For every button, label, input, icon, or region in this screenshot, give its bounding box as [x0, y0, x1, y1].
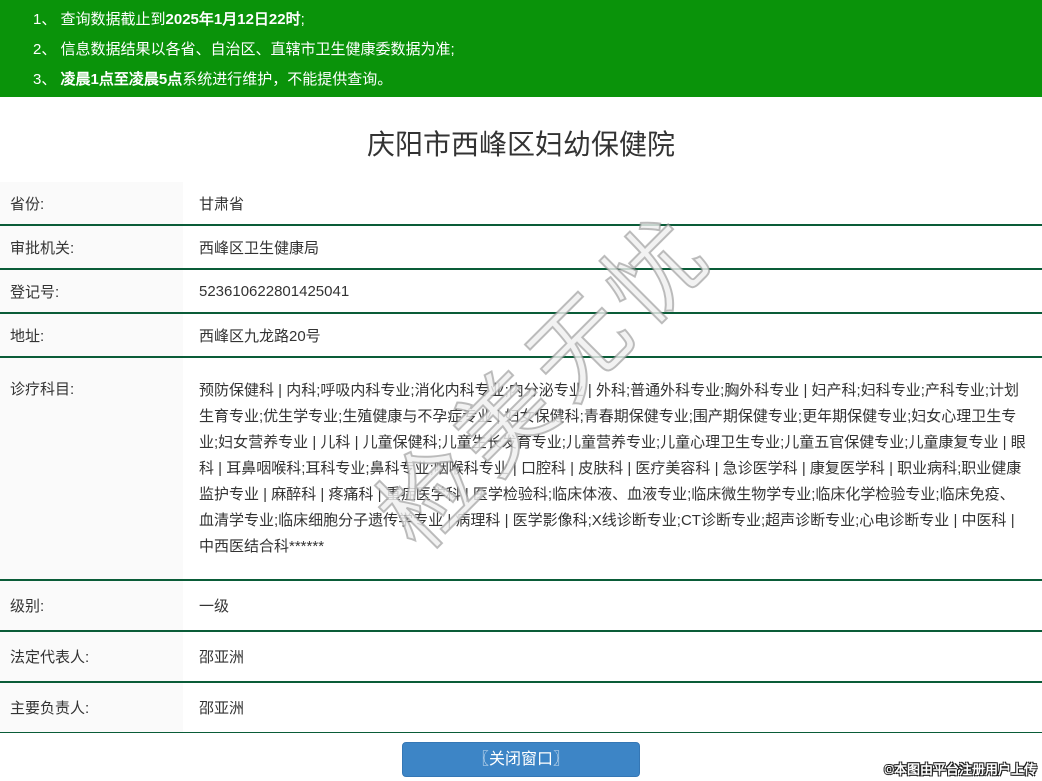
notice-1-bold: 2025年1月12日22时: [165, 11, 301, 28]
notice-1-prefix: 1、 查询数据截止到: [33, 11, 166, 28]
row-province: 省份: 甘肃省: [0, 182, 1042, 225]
row-legal-representative: 法定代表人: 邵亚洲: [0, 631, 1042, 682]
row-approval-authority: 审批机关: 西峰区卫生健康局: [0, 225, 1042, 269]
row-label: 登记号:: [0, 269, 183, 313]
row-value: 邵亚洲: [199, 649, 245, 666]
info-table: 省份: 甘肃省 审批机关: 西峰区卫生健康局 登记号: 523610622801…: [0, 182, 1042, 733]
row-registration-number: 登记号: 523610622801425041: [0, 269, 1042, 313]
notice-line-2: 2、 信息数据结果以各省、自治区、直辖市卫生健康委数据为准;: [33, 35, 1042, 65]
row-label: 省份:: [0, 182, 183, 225]
page: 1、 查询数据截止到2025年1月12日22时; 2、 信息数据结果以各省、自治…: [0, 0, 1042, 781]
row-label: 诊疗科目:: [0, 357, 183, 580]
row-value: 预防保健科 | 内科;呼吸内科专业;消化内科专业;内分泌专业 | 外科;普通外科…: [199, 382, 1026, 555]
row-label: 地址:: [0, 313, 183, 357]
row-value: 甘肃省: [199, 195, 245, 213]
close-window-button[interactable]: 〖关闭窗口〗: [402, 742, 640, 777]
notice-line-3: 3、 凌晨1点至凌晨5点系统进行维护，不能提供查询。: [33, 65, 1042, 95]
row-level: 级别: 一级: [0, 580, 1042, 631]
notice-2-text: 2、 信息数据结果以各省、自治区、直辖市卫生健康委数据为准;: [33, 41, 455, 58]
notice-3-bold: 凌晨1点至凌晨5点: [60, 71, 183, 88]
row-value: 邵亚洲: [199, 700, 245, 717]
row-value: 西峰区卫生健康局: [199, 239, 320, 257]
notice-3-suffix: 系统进行维护，不能提供查询。: [182, 71, 393, 88]
row-principal: 主要负责人: 邵亚洲: [0, 682, 1042, 733]
row-value: 523610622801425041: [199, 282, 350, 300]
copyright-watermark: ©本图由平台注册用户上传: [884, 762, 1037, 777]
row-value: 西峰区九龙路20号: [199, 327, 321, 345]
row-value: 一级: [199, 598, 230, 615]
row-label: 主要负责人:: [0, 682, 183, 733]
notice-line-1: 1、 查询数据截止到2025年1月12日22时;: [33, 5, 1042, 35]
row-label: 审批机关:: [0, 225, 183, 269]
notice-1-suffix: ;: [300, 11, 305, 28]
row-label: 法定代表人:: [0, 631, 183, 682]
row-address: 地址: 西峰区九龙路20号: [0, 313, 1042, 357]
notice-banner: 1、 查询数据截止到2025年1月12日22时; 2、 信息数据结果以各省、自治…: [0, 0, 1042, 97]
page-title: 庆阳市西峰区妇幼保健院: [366, 129, 675, 160]
row-medical-subjects: 诊疗科目: 预防保健科 | 内科;呼吸内科专业;消化内科专业;内分泌专业 | 外…: [0, 357, 1042, 580]
row-label: 级别:: [0, 580, 183, 631]
notice-3-prefix: 3、: [33, 71, 61, 88]
